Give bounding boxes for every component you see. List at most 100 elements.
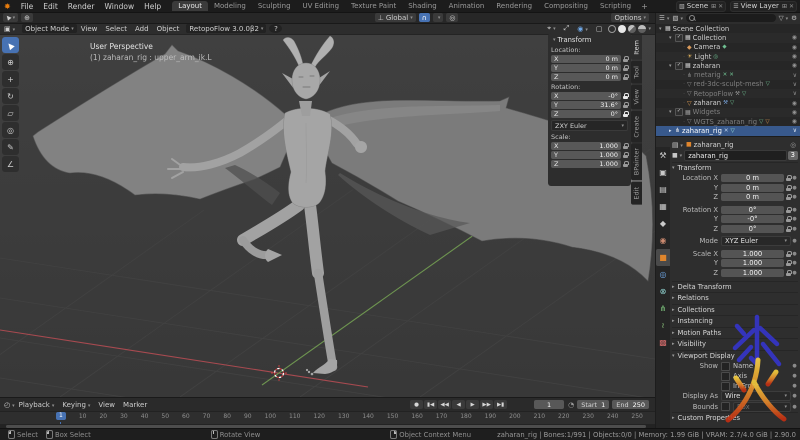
prop-scale-x[interactable]: 1.000 bbox=[721, 250, 784, 258]
eye-open-icon[interactable]: ◉ bbox=[792, 118, 797, 125]
outliner-row-light[interactable]: ·☀ Light ◎ ◉ bbox=[656, 52, 800, 61]
tool-scale[interactable]: ▱ bbox=[2, 105, 19, 121]
eye-open-icon[interactable]: ◉ bbox=[792, 62, 797, 69]
unlink-scene-icon[interactable]: ✕ bbox=[718, 3, 723, 10]
timeline-ruler[interactable]: 1 102030 405060 708090 100110120 1301401… bbox=[0, 411, 655, 424]
section-viewport-display[interactable]: ▾Viewport Display bbox=[672, 350, 798, 362]
viewport-3d[interactable]: ▣▾ Object Mode▾ View Select Add Object R… bbox=[0, 23, 655, 397]
shading-solid-button[interactable] bbox=[618, 25, 626, 33]
tab-scripting[interactable]: Scripting bbox=[594, 1, 637, 11]
menu-edit[interactable]: Edit bbox=[38, 2, 63, 11]
menu-help[interactable]: Help bbox=[139, 2, 166, 11]
animate-dot-icon[interactable]: ● bbox=[791, 207, 798, 213]
lock-icon[interactable] bbox=[623, 74, 628, 80]
tab-world[interactable]: ◉ bbox=[656, 232, 670, 249]
animate-dot-icon[interactable]: ● bbox=[791, 373, 798, 379]
rotation-mode-dropdown[interactable]: XYZ Euler▾ bbox=[721, 236, 791, 246]
tab-compositing[interactable]: Compositing bbox=[538, 1, 594, 11]
active-tool-dropdown[interactable]: ▲▾ bbox=[3, 13, 18, 22]
tab-scene[interactable]: ◆ bbox=[656, 215, 670, 232]
tab-constraints[interactable]: ⊗ bbox=[656, 283, 670, 300]
auto-key-toggle[interactable]: ● bbox=[410, 400, 423, 409]
animate-dot-icon[interactable]: ● bbox=[791, 251, 798, 257]
rotation-y-field[interactable]: Y31.6° bbox=[551, 101, 621, 109]
tab-view-layer[interactable]: ▦ bbox=[656, 198, 670, 215]
tab-render[interactable]: ▣ bbox=[656, 164, 670, 181]
outliner-row-zaharan-rig[interactable]: ▸ ⋔ zaharan_rig ✕ ▽ ∨ bbox=[656, 126, 800, 135]
outliner-row-retopoflow[interactable]: ·▽ RetopoFlow ⚒ ▽ ∨ bbox=[656, 89, 800, 98]
tab-shading[interactable]: Shading bbox=[402, 1, 442, 11]
tab-texture-paint[interactable]: Texture Paint bbox=[345, 1, 402, 11]
animate-dot-icon[interactable]: ● bbox=[791, 383, 798, 389]
menu-marker[interactable]: Marker bbox=[119, 401, 151, 409]
display-as-dropdown[interactable]: Wire▾ bbox=[721, 391, 791, 401]
tab-physics[interactable]: ◎ bbox=[656, 266, 670, 283]
filter-funnel-dropdown[interactable]: ▽▾ bbox=[779, 14, 789, 22]
prop-rotation-z[interactable]: 0° bbox=[721, 225, 784, 233]
frame-start-field[interactable]: Start1 bbox=[577, 400, 609, 409]
outliner-row-widgets[interactable]: ▾✓ ▦ Widgets ◉ bbox=[656, 108, 800, 117]
tab-animation[interactable]: Animation bbox=[443, 1, 491, 11]
outliner-row-zaharan-collection[interactable]: ▾✓ ▦ zaharan ◉ bbox=[656, 61, 800, 70]
tab-object[interactable]: ■ bbox=[656, 249, 670, 266]
bounds-type-dropdown[interactable]: Box▾ bbox=[733, 402, 791, 412]
prop-scale-y[interactable]: 1.000 bbox=[721, 259, 784, 267]
object-icon[interactable]: ■▾ bbox=[672, 152, 682, 159]
timeline-editor-type-icon[interactable]: ◴▾ bbox=[4, 401, 15, 409]
menu-file[interactable]: File bbox=[16, 2, 39, 11]
outliner-row-camera[interactable]: ·◆ Camera ◆ ◉ bbox=[656, 43, 800, 52]
pivot-point-dropdown[interactable]: ⌖▾ bbox=[543, 24, 559, 33]
section-delta-transform[interactable]: ▸Delta Transform bbox=[672, 281, 798, 293]
properties-editor-icon[interactable]: ▤▾ bbox=[672, 141, 683, 149]
animate-dot-icon[interactable]: ● bbox=[791, 238, 798, 244]
keying-set-icon[interactable]: ◔ bbox=[568, 401, 574, 409]
in-front-checkbox[interactable] bbox=[721, 382, 730, 391]
menu-select[interactable]: Select bbox=[101, 25, 131, 33]
menu-object[interactable]: Object bbox=[153, 25, 184, 33]
lock-icon[interactable] bbox=[623, 161, 628, 167]
outliner-row-metarig[interactable]: ·⋔ metarig ✕ ✕ ∨ bbox=[656, 70, 800, 79]
animate-dot-icon[interactable]: ● bbox=[791, 216, 798, 222]
object-name-field[interactable]: zaharan_rig bbox=[684, 150, 786, 161]
section-collections[interactable]: ▸Collections bbox=[672, 304, 798, 316]
retopoflow-help-button[interactable]: ? bbox=[269, 24, 282, 33]
outliner-row-sculpt-mesh[interactable]: ·▽ red-3dc-sculpt-mesh ▽ ∨ bbox=[656, 80, 800, 89]
tool-cursor[interactable]: ⊕ bbox=[2, 54, 19, 70]
tab-modeling[interactable]: Modeling bbox=[208, 1, 252, 11]
lock-icon[interactable] bbox=[623, 152, 628, 158]
lock-icon[interactable] bbox=[623, 102, 628, 108]
shading-dropdown[interactable]: ▾ bbox=[648, 26, 651, 32]
lock-icon[interactable] bbox=[786, 175, 791, 181]
lock-icon[interactable] bbox=[786, 216, 791, 222]
outliner-row-collection[interactable]: ▾✓ ▦ Collection ◉ bbox=[656, 33, 800, 42]
frame-end-field[interactable]: End250 bbox=[612, 400, 649, 409]
prop-location-x[interactable]: 0 m bbox=[721, 174, 784, 182]
tab-sculpting[interactable]: Sculpting bbox=[252, 1, 297, 11]
prev-keyframe-button[interactable]: ◀◀ bbox=[438, 400, 451, 409]
tab-tool[interactable]: Tool bbox=[631, 61, 642, 84]
animate-dot-icon[interactable]: ● bbox=[791, 175, 798, 181]
prop-rotation-x[interactable]: 0° bbox=[721, 206, 784, 214]
tab-bpainter[interactable]: BPainter bbox=[631, 143, 642, 180]
eye-closed-icon[interactable]: ∨ bbox=[793, 81, 797, 88]
users-count-badge[interactable]: 3 bbox=[788, 151, 798, 160]
new-scene-icon[interactable]: ⊞ bbox=[711, 3, 716, 10]
pin-icon[interactable]: ◎ bbox=[790, 141, 796, 149]
eye-closed-icon[interactable]: ∨ bbox=[793, 90, 797, 97]
animate-dot-icon[interactable]: ● bbox=[791, 185, 798, 191]
remove-view-layer-icon[interactable]: ✕ bbox=[789, 3, 794, 10]
snap-settings-dropdown[interactable]: ▾ bbox=[433, 13, 444, 22]
gizmos-toggle[interactable]: ⤢ bbox=[560, 24, 574, 33]
retopoflow-menu[interactable]: RetopoFlow 3.0.0β2▾ bbox=[186, 24, 266, 33]
menu-add[interactable]: Add bbox=[131, 25, 153, 33]
transform-orientation-dropdown[interactable]: ⊥Global▾ bbox=[375, 13, 416, 22]
jump-to-end-button[interactable]: ▶▮ bbox=[494, 400, 507, 409]
lock-icon[interactable] bbox=[623, 93, 628, 99]
tab-texture[interactable]: ▩ bbox=[656, 334, 670, 351]
location-z-field[interactable]: Z0 m bbox=[551, 73, 621, 81]
collection-checkbox[interactable]: ✓ bbox=[675, 62, 683, 70]
tab-create[interactable]: Create bbox=[631, 111, 642, 143]
lock-icon[interactable] bbox=[786, 226, 791, 232]
tab-edit[interactable]: Edit bbox=[631, 182, 642, 205]
tab-item[interactable]: Item bbox=[631, 35, 642, 60]
